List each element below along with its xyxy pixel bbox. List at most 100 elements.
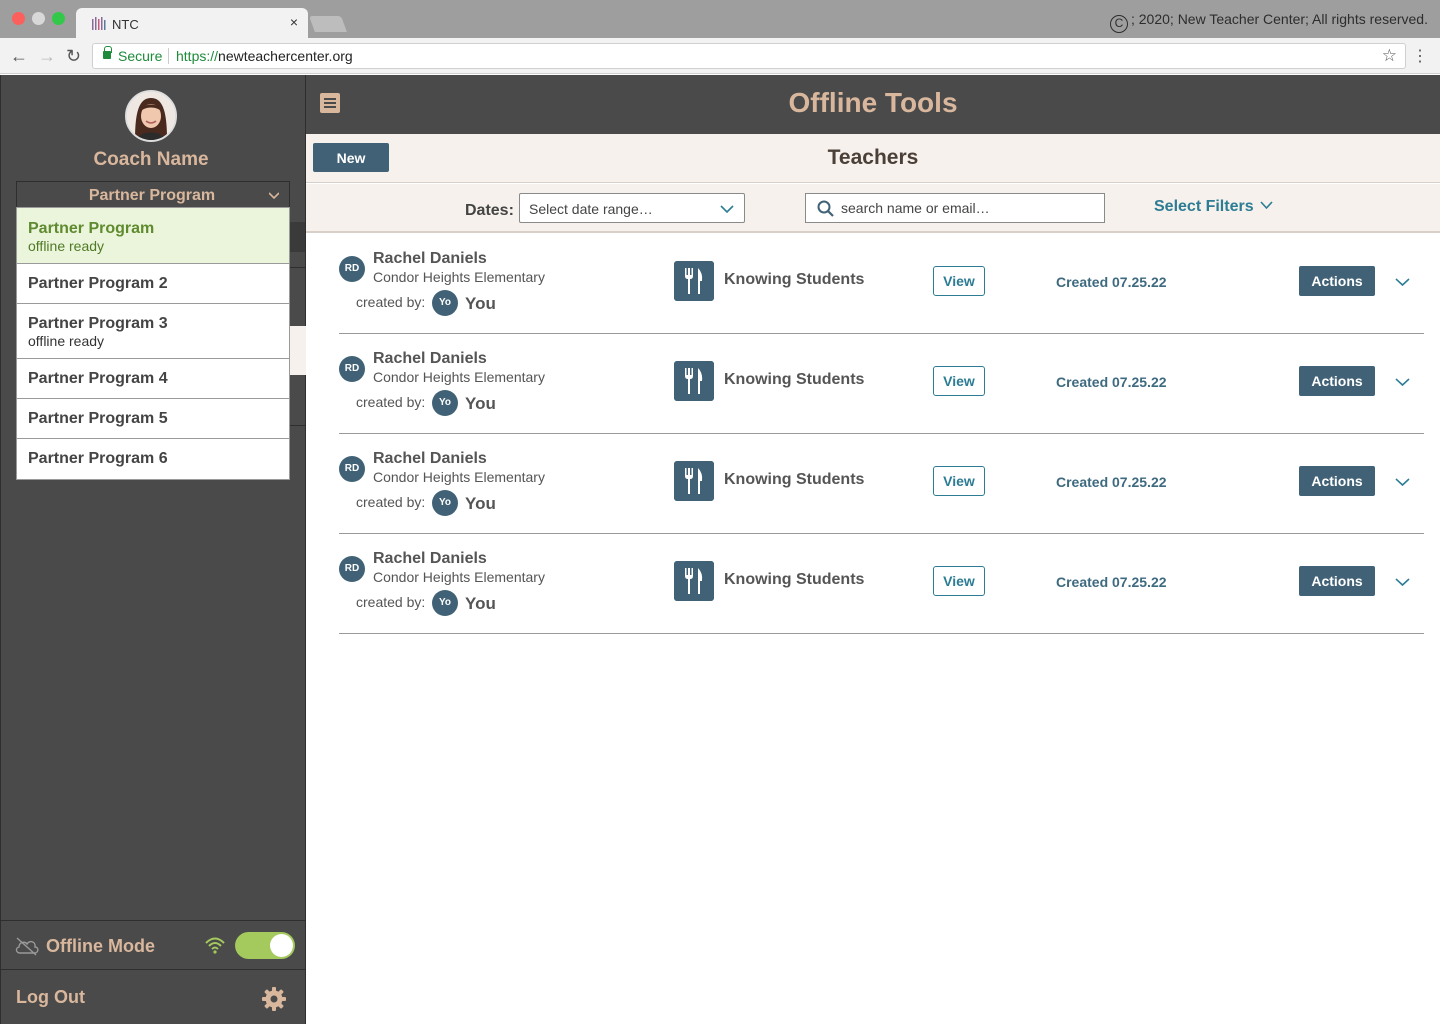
tool-name: Knowing Students <box>724 571 865 588</box>
offline-mode-label: Offline Mode <box>46 936 155 956</box>
tool-name: Knowing Students <box>724 471 865 488</box>
tab-close-icon[interactable]: × <box>290 14 298 30</box>
chevron-down-icon <box>269 192 279 200</box>
view-button[interactable]: View <box>933 366 985 396</box>
url-host: newteachercenter.org <box>218 48 353 64</box>
teacher-name[interactable]: Rachel Daniels <box>373 450 487 468</box>
reload-icon[interactable]: ↻ <box>66 46 81 67</box>
offline-mode-row: Offline Mode <box>1 920 305 970</box>
program-option-3[interactable]: Partner Program 3 offline ready <box>17 304 289 359</box>
teacher-school: Condor Heights Elementary <box>373 569 545 585</box>
fork-knife-tools-icon <box>674 361 714 401</box>
fork-knife-tools-icon <box>674 461 714 501</box>
created-by-label: created by: <box>356 494 426 510</box>
coach-name: Coach Name <box>93 149 209 170</box>
url-separator <box>168 48 169 64</box>
chevron-down-icon[interactable] <box>1395 377 1410 387</box>
actions-button[interactable]: Actions <box>1299 266 1375 296</box>
program-option-6[interactable]: Partner Program 6 <box>17 439 289 479</box>
date-range-value: Select date range… <box>529 201 653 217</box>
view-button[interactable]: View <box>933 266 985 296</box>
program-dropdown-menu: Partner Program offline ready Partner Pr… <box>16 207 290 480</box>
divider <box>289 267 306 268</box>
forward-arrow-icon[interactable]: → <box>38 46 56 67</box>
browser-menu-icon[interactable]: ⋮ <box>1412 46 1428 66</box>
program-option-4[interactable]: Partner Program 4 <box>17 359 289 399</box>
tool-name: Knowing Students <box>724 371 865 388</box>
sidebar: Coach Name Partner Program Partner Progr… <box>0 75 306 1024</box>
select-filters-button[interactable]: Select Filters <box>1154 198 1273 216</box>
section-title: Teachers <box>827 146 919 169</box>
back-arrow-icon[interactable]: ← <box>10 46 28 67</box>
fork-knife-tools-icon <box>674 561 714 601</box>
created-date: Created 07.25.22 <box>1056 574 1167 590</box>
teacher-initials-badge: RD <box>339 356 365 382</box>
avatar[interactable] <box>125 90 177 142</box>
window-close-button[interactable] <box>12 12 25 25</box>
browser-address-bar: ← → ↻ Secure https://newteachercenter.or… <box>0 38 1440 74</box>
logout-link[interactable]: Log Out <box>16 987 85 1008</box>
fork-knife-tools-icon <box>674 261 714 301</box>
created-by-label: created by: <box>356 294 426 310</box>
program-option-status: offline ready <box>28 333 105 349</box>
program-option-name: Partner Program 3 <box>28 315 168 332</box>
created-date: Created 07.25.22 <box>1056 374 1167 390</box>
creator-name: You <box>465 294 496 313</box>
dates-label: Dates: <box>465 202 514 219</box>
gear-icon[interactable] <box>260 985 288 1013</box>
new-button[interactable]: New <box>313 143 389 172</box>
actions-button[interactable]: Actions <box>1299 366 1375 396</box>
copyright-icon: C <box>1109 15 1128 33</box>
program-option-name: Partner Program <box>28 220 155 237</box>
lock-icon <box>103 46 112 59</box>
created-by-label: created by: <box>356 594 426 610</box>
table-row: RD Rachel Daniels Condor Heights Element… <box>339 334 1424 434</box>
chevron-down-icon[interactable] <box>1395 477 1410 487</box>
toggle-knob <box>270 934 293 957</box>
actions-button[interactable]: Actions <box>1299 566 1375 596</box>
window-maximize-button[interactable] <box>52 12 65 25</box>
browser-tab[interactable]: NTC × <box>76 8 308 38</box>
date-range-select[interactable]: Select date range… <box>519 193 745 223</box>
teacher-name[interactable]: Rachel Daniels <box>373 250 487 268</box>
url-scheme: https:// <box>176 48 219 64</box>
filter-bar: Dates: Select date range… Select Filters <box>306 184 1440 233</box>
chevron-down-icon[interactable] <box>1395 277 1410 287</box>
cloud-offline-icon <box>15 937 39 956</box>
teacher-name[interactable]: Rachel Daniels <box>373 550 487 568</box>
teacher-school: Condor Heights Elementary <box>373 469 545 485</box>
table-row: RD Rachel Daniels Condor Heights Element… <box>339 234 1424 334</box>
view-button[interactable]: View <box>933 466 985 496</box>
program-option-5[interactable]: Partner Program 5 <box>17 399 289 439</box>
chevron-down-icon[interactable] <box>1395 577 1410 587</box>
view-button[interactable]: View <box>933 566 985 596</box>
tool-name: Knowing Students <box>724 271 865 288</box>
program-select[interactable]: Partner Program <box>16 181 290 209</box>
offline-mode-toggle[interactable] <box>235 932 295 959</box>
teacher-name[interactable]: Rachel Daniels <box>373 350 487 368</box>
section-header: Teachers New <box>306 134 1440 183</box>
coach-photo-icon <box>127 92 175 140</box>
creator-initials-badge: Yo <box>432 490 458 516</box>
creator-initials-badge: Yo <box>432 590 458 616</box>
actions-button[interactable]: Actions <box>1299 466 1375 496</box>
created-date: Created 07.25.22 <box>1056 474 1167 490</box>
search-input[interactable] <box>841 200 1091 216</box>
url-text: https://newteachercenter.org <box>176 48 353 64</box>
creator-name: You <box>465 394 496 413</box>
program-option-name: Partner Program 5 <box>28 410 168 427</box>
ntc-favicon-icon <box>92 17 106 30</box>
search-box[interactable] <box>805 193 1105 223</box>
new-tab-button[interactable] <box>309 16 347 32</box>
teacher-initials-badge: RD <box>339 456 365 482</box>
copyright-notice: C; 2020; New Teacher Center; All rights … <box>1109 11 1428 33</box>
program-option-2[interactable]: Partner Program 2 <box>17 264 289 304</box>
url-field[interactable]: Secure https://newteachercenter.org ☆ <box>92 43 1406 69</box>
wifi-icon <box>205 937 225 954</box>
bookmark-star-icon[interactable]: ☆ <box>1382 46 1397 66</box>
chevron-down-icon <box>720 205 734 214</box>
window-minimize-button[interactable] <box>32 12 45 25</box>
creator-name: You <box>465 494 496 513</box>
creator-initials-badge: Yo <box>432 290 458 316</box>
program-option-1[interactable]: Partner Program offline ready <box>17 208 289 264</box>
